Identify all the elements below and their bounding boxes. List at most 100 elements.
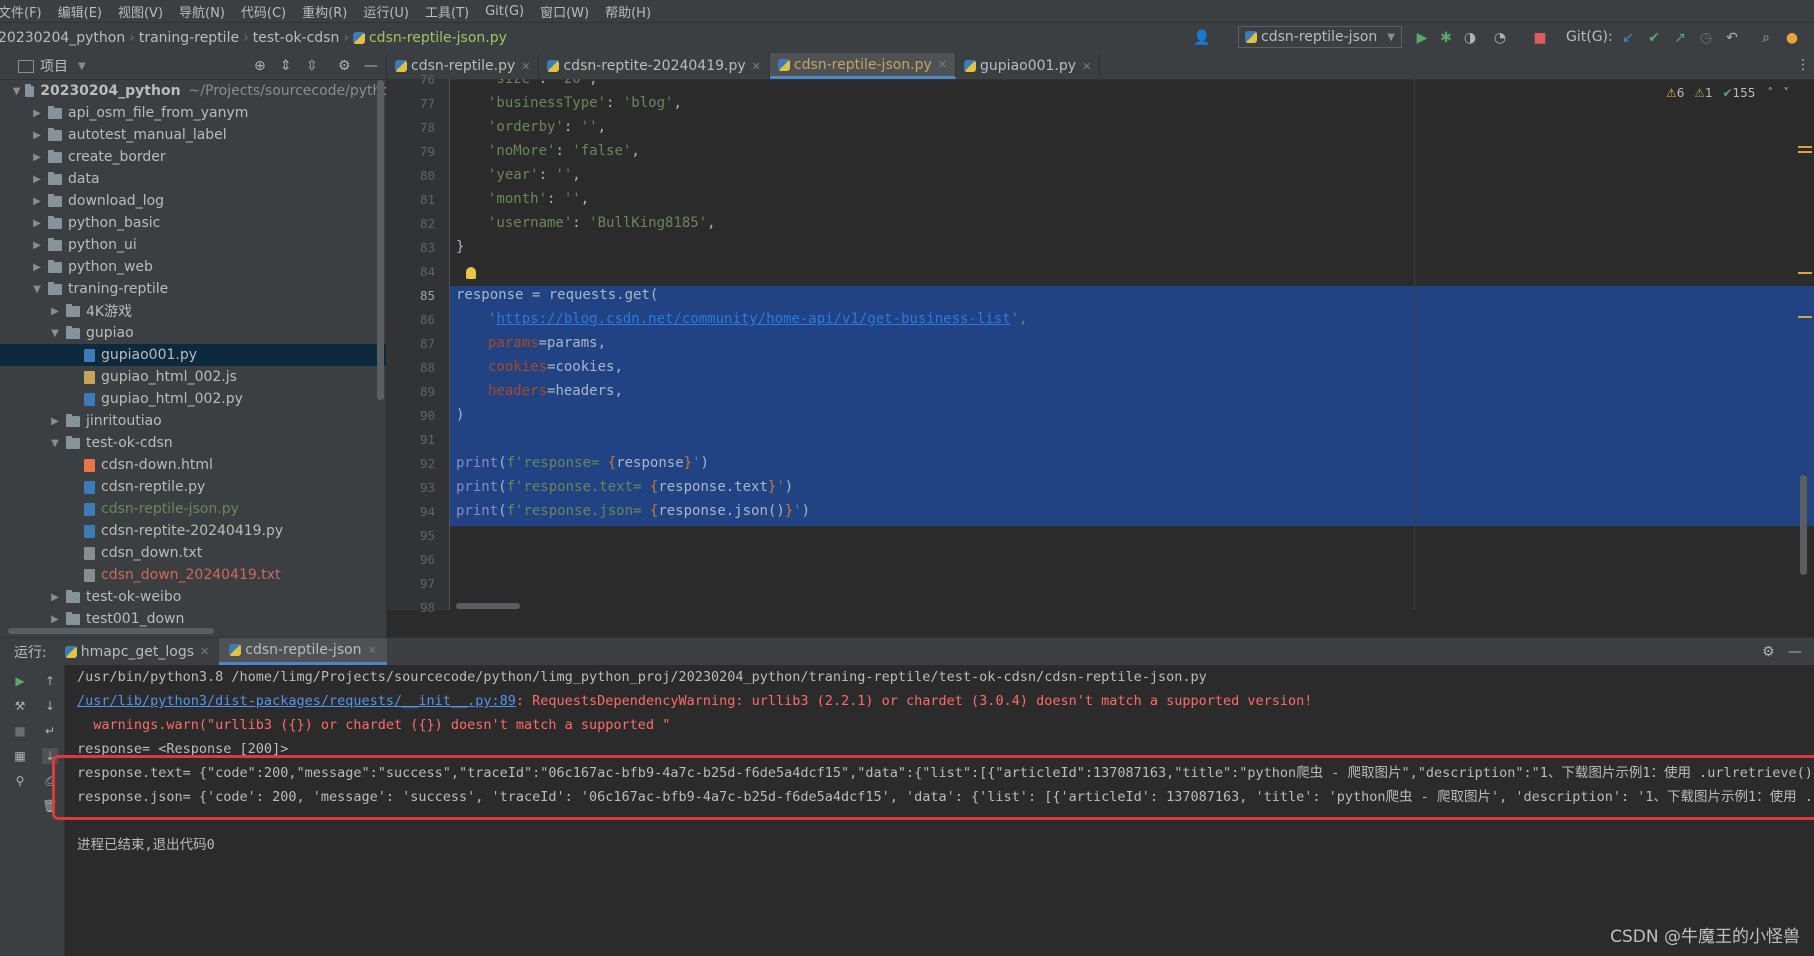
breadcrumb-folder[interactable]: traning-reptile xyxy=(139,30,239,46)
run-configuration-select[interactable]: cdsn-reptile-json ▼ xyxy=(1238,26,1402,48)
editor-vertical-scrollbar[interactable] xyxy=(1800,475,1807,575)
gear-icon[interactable]: ⚙ xyxy=(338,58,351,74)
menu-view[interactable]: 视图(V) xyxy=(110,2,171,21)
rollback-icon[interactable]: ↶ xyxy=(1722,28,1742,48)
history-icon[interactable]: ◷ xyxy=(1696,28,1716,48)
update-icon[interactable]: ● xyxy=(1782,28,1802,48)
tree-folder[interactable]: ▶ python_web xyxy=(0,256,386,278)
tree-folder[interactable]: ▶ python_basic xyxy=(0,212,386,234)
tree-file[interactable]: gupiao_html_002.py xyxy=(0,388,386,410)
chevron-right-icon[interactable]: ▶ xyxy=(30,108,44,119)
more-tabs-icon[interactable]: ⋮ xyxy=(1796,57,1810,73)
arrow-down-icon[interactable]: ↓ xyxy=(42,698,58,714)
close-icon[interactable]: ✕ xyxy=(368,644,377,657)
menu-code[interactable]: 代码(C) xyxy=(233,2,294,21)
editor-tab[interactable]: gupiao001.py ✕ xyxy=(956,53,1101,79)
run-icon[interactable]: ▶ xyxy=(1412,28,1432,48)
menu-tools[interactable]: 工具(T) xyxy=(417,2,477,21)
git-commit-icon[interactable]: ✔ xyxy=(1644,28,1664,48)
tree-file[interactable]: cdsn-down.html xyxy=(0,454,386,476)
error-stripe-mark[interactable] xyxy=(1798,272,1812,274)
close-icon[interactable]: ✕ xyxy=(1082,60,1091,73)
chevron-down-icon[interactable]: ▼ xyxy=(30,284,44,295)
chevron-up-icon[interactable]: ˄ xyxy=(1767,86,1773,100)
tree-file[interactable]: gupiao_html_002.js xyxy=(0,366,386,388)
chevron-down-icon[interactable]: ▼ xyxy=(78,61,86,72)
close-icon[interactable]: ✕ xyxy=(521,60,530,73)
tree-folder[interactable]: ▶ 4K游戏 xyxy=(0,300,386,322)
inspection-widget[interactable]: ⚠6 ⚠1 ✔155 ˄ ˅ xyxy=(1666,86,1789,100)
tree-folder[interactable]: ▶ python_ui xyxy=(0,234,386,256)
error-stripe-mark[interactable] xyxy=(1798,316,1812,318)
error-stripe-mark[interactable] xyxy=(1798,151,1812,153)
chevron-right-icon[interactable]: ▶ xyxy=(48,416,62,427)
error-stripe-mark[interactable] xyxy=(1798,146,1812,148)
tree-file[interactable]: gupiao001.py xyxy=(0,344,386,366)
menu-help[interactable]: 帮助(H) xyxy=(597,2,659,21)
breadcrumb-project[interactable]: 20230204_python xyxy=(0,30,125,46)
locate-icon[interactable]: ⊕ xyxy=(254,58,266,74)
expand-all-icon[interactable]: ⇕ xyxy=(280,58,292,74)
minimize-icon[interactable]: — xyxy=(364,58,378,74)
tree-file[interactable]: cdsn-reptile.py xyxy=(0,476,386,498)
stop-icon[interactable]: ■ xyxy=(12,723,28,739)
debug-icon[interactable]: ✱ xyxy=(1436,28,1456,48)
chevron-right-icon[interactable]: ▶ xyxy=(30,262,44,273)
user-icon[interactable]: 👤 xyxy=(1192,28,1212,48)
tree-folder[interactable]: ▼ test-ok-cdsn xyxy=(0,432,386,454)
menu-file[interactable]: 文件(F) xyxy=(0,2,50,21)
minimize-icon[interactable]: — xyxy=(1788,644,1802,660)
breadcrumb-subfolder[interactable]: test-ok-cdsn xyxy=(253,30,340,46)
tree-file[interactable]: cdsn_down.txt xyxy=(0,542,386,564)
wrench-icon[interactable]: ⚒ xyxy=(12,698,28,714)
tree-file[interactable]: cdsn-reptite-20240419.py xyxy=(0,520,386,542)
project-title[interactable]: 项目 xyxy=(40,56,68,76)
chevron-right-icon[interactable]: ▶ xyxy=(30,196,44,207)
chevron-right-icon[interactable]: ▶ xyxy=(30,240,44,251)
tree-folder[interactable]: ▶ test-ok-weibo xyxy=(0,586,386,608)
chevron-right-icon[interactable]: ▶ xyxy=(48,592,62,603)
tree-folder[interactable]: ▶ download_log xyxy=(0,190,386,212)
chevron-right-icon[interactable]: ▶ xyxy=(30,174,44,185)
tree-root[interactable]: ▼ 20230204_python ~/Projects/sourcecode/… xyxy=(0,80,386,102)
tree-folder[interactable]: ▶ test001_down xyxy=(0,608,386,630)
code-editor[interactable]: 'size': '20', 'businessType': 'blog', 'o… xyxy=(450,79,1814,610)
menu-refactor[interactable]: 重构(R) xyxy=(294,2,355,21)
menu-navigate[interactable]: 导航(N) xyxy=(171,2,233,21)
run-tab-hmapc[interactable]: hmapc_get_logs ✕ xyxy=(55,638,220,665)
close-icon[interactable]: ✕ xyxy=(938,58,947,71)
chevron-down-icon[interactable]: ▼ xyxy=(48,438,62,449)
git-push-icon[interactable]: ↗ xyxy=(1670,28,1690,48)
editor-tab[interactable]: cdsn-reptile-json.py ✕ xyxy=(769,53,957,79)
close-icon[interactable]: ✕ xyxy=(200,645,209,658)
menu-window[interactable]: 窗口(W) xyxy=(532,2,597,21)
chevron-right-icon[interactable]: ▶ xyxy=(30,130,44,141)
tree-folder[interactable]: ▼ traning-reptile xyxy=(0,278,386,300)
tree-folder[interactable]: ▶ autotest_manual_label xyxy=(0,124,386,146)
editor-tab[interactable]: cdsn-reptite-20240419.py ✕ xyxy=(539,53,770,79)
search-icon[interactable]: ⌕ xyxy=(1756,28,1776,48)
chevron-right-icon[interactable]: ▶ xyxy=(48,306,62,317)
profile-icon[interactable]: ◔ xyxy=(1490,28,1510,48)
tree-file[interactable]: cdsn_down_20240419.txt xyxy=(0,564,386,586)
stop-icon[interactable]: ■ xyxy=(1530,28,1550,48)
chevron-right-icon[interactable]: ▶ xyxy=(30,152,44,163)
menu-git[interactable]: Git(G) xyxy=(477,4,532,19)
tree-folder[interactable]: ▶ create_border xyxy=(0,146,386,168)
lightbulb-icon[interactable] xyxy=(466,267,476,279)
tree-horizontal-scrollbar[interactable] xyxy=(8,628,214,634)
chevron-right-icon[interactable]: ▶ xyxy=(48,614,62,625)
run-tab-cdsn[interactable]: cdsn-reptile-json ✕ xyxy=(219,638,387,665)
soft-wrap-icon[interactable]: ↵ xyxy=(42,723,58,739)
tree-folder[interactable]: ▶ jinritoutiao xyxy=(0,410,386,432)
collapse-all-icon[interactable]: ⇳ xyxy=(306,58,318,74)
api-url-link[interactable]: https://blog.csdn.net/community/home-api… xyxy=(496,311,1010,327)
menu-edit[interactable]: 编辑(E) xyxy=(50,2,110,21)
chevron-right-icon[interactable]: ▶ xyxy=(30,218,44,229)
layout-icon[interactable]: ▦ xyxy=(12,748,28,764)
warning-source-link[interactable]: /usr/lib/python3/dist-packages/requests/… xyxy=(77,693,516,709)
chevron-down-icon[interactable]: ˅ xyxy=(1783,86,1789,100)
tree-folder[interactable]: ▼ gupiao xyxy=(0,322,386,344)
tree-folder[interactable]: ▶ data xyxy=(0,168,386,190)
tree-folder[interactable]: ▶ api_osm_file_from_yanym xyxy=(0,102,386,124)
